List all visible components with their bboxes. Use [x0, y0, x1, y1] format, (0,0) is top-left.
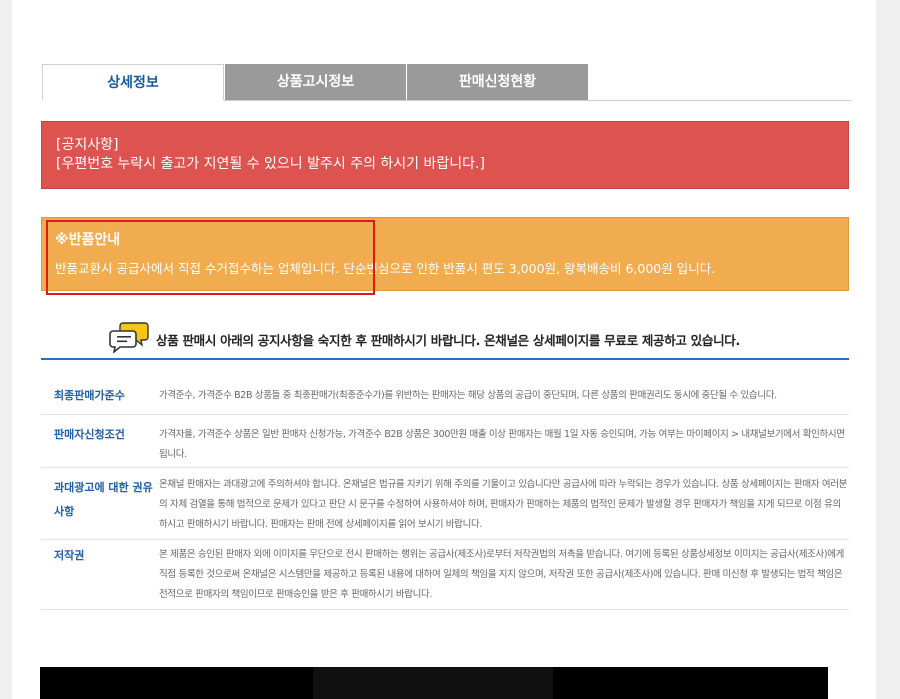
notice-message: [우편번호 누락시 출고가 지연될 수 있으니 발주시 주의 하시기 바랍니다.…: [56, 156, 485, 172]
bottom-image-strip: [40, 667, 828, 699]
return-info-body: 반품교환시 공급사에서 직접 수거접수하는 업체입니다. 단순변심으로 인한 반…: [55, 261, 716, 276]
detail-tabs: 상세정보 상품고시정보 판매신청현황: [42, 64, 852, 101]
policy-desc: 본 제품은 승인된 판매자 외에 이미지를 무단으로 전시 판매하는 행위는 공…: [159, 549, 845, 600]
product-detail-page: 상세정보 상품고시정보 판매신청현황 [공지사항] [우편번호 누락시 출고가 …: [12, 0, 876, 699]
return-info-box: ※반품안내 반품교환시 공급사에서 직접 수거접수하는 업체입니다. 단순변심으…: [41, 217, 849, 291]
policy-label: 판매자신청조건: [54, 428, 125, 441]
policy-label: 저작권: [54, 549, 85, 562]
policy-row: 과대광고에 대한 권유사항 온채널 판매자는 과대광고에 주의하셔야 합니다. …: [41, 468, 849, 540]
policy-label: 최종판매가준수: [54, 389, 125, 402]
policy-desc: 온채널 판매자는 과대광고에 주의하셔야 합니다. 온채널은 법규를 지키기 위…: [159, 479, 847, 530]
banner-message: 상품 판매시 아래의 공지사항을 숙지한 후 판매하시기 바랍니다. 온채널은 …: [156, 333, 740, 348]
policy-row: 저작권 본 제품은 승인된 판매자 외에 이미지를 무단으로 전시 판매하는 행…: [41, 540, 849, 610]
speech-bubble-icon: [109, 322, 149, 353]
notice-box: [공지사항] [우편번호 누락시 출고가 지연될 수 있으니 발주시 주의 하시…: [41, 121, 849, 189]
return-info-title: ※반품안내: [55, 232, 121, 248]
policy-row: 최종판매가준수 가격준수, 가격준수 B2B 상품들 중 최종판매가(최종준수가…: [41, 375, 849, 415]
tab-detail-info[interactable]: 상세정보: [42, 64, 224, 101]
policy-label: 과대광고에 대한 권유사항: [54, 481, 153, 518]
policy-desc: 가격자율, 가격준수 상품은 일반 판매자 신청가능, 가격준수 B2B 상품은…: [159, 429, 845, 460]
policy-desc: 가격준수, 가격준수 B2B 상품들 중 최종판매가(최종준수가)를 위반하는 …: [159, 390, 777, 401]
bottom-image-segment: [313, 667, 553, 699]
notice-title: [공지사항]: [56, 137, 119, 153]
tab-product-notice-info[interactable]: 상품고시정보: [225, 64, 406, 100]
policy-table: 최종판매가준수 가격준수, 가격준수 B2B 상품들 중 최종판매가(최종준수가…: [41, 375, 849, 610]
policy-row: 판매자신청조건 가격자율, 가격준수 상품은 일반 판매자 신청가능, 가격준수…: [41, 415, 849, 468]
notice-banner: 상품 판매시 아래의 공지사항을 숙지한 후 판매하시기 바랍니다. 온채널은 …: [41, 318, 849, 360]
tab-sales-request-status[interactable]: 판매신청현황: [407, 64, 588, 100]
